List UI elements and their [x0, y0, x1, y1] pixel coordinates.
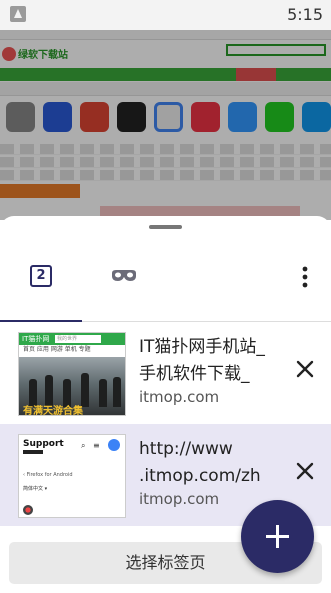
search-icon: ⌕: [81, 441, 86, 450]
more-options-button[interactable]: [292, 261, 318, 293]
menu-icon: ≡: [93, 441, 100, 450]
avatar: [108, 439, 120, 451]
tab-domain: itmop.com: [139, 490, 220, 508]
private-tabs-tab[interactable]: [104, 246, 144, 322]
normal-tabs-tab[interactable]: 2: [0, 246, 82, 323]
tab-thumbnail: IT猫扑网 我的世界 首页 应用 网游 单机 专题 有满天游合集: [18, 332, 126, 416]
tab-thumbnail: Support ⌕ ≡ ‹ Firefox for Android 简体中文 ▾: [18, 434, 126, 518]
more-vert-icon: [302, 266, 308, 288]
incognito-mask-icon: [112, 270, 136, 281]
close-tab-button[interactable]: [292, 458, 318, 484]
close-icon: [296, 462, 314, 480]
tab-count-icon: 2: [30, 265, 52, 287]
tab-title: IT猫扑网手机站_ 手机软件下载_: [139, 337, 265, 384]
scrim-overlay[interactable]: [0, 30, 331, 220]
status-bar: 5:15: [0, 0, 331, 30]
notification-icon: [10, 6, 26, 22]
new-tab-button[interactable]: [241, 500, 314, 573]
tab-title: http://www .itmop.com/zh: [139, 439, 261, 486]
tab-card[interactable]: IT猫扑网 我的世界 首页 应用 网游 单机 专题 有满天游合集 IT猫扑网手机…: [0, 322, 331, 424]
close-tab-button[interactable]: [292, 356, 318, 382]
tab-switcher-header: 2: [0, 246, 331, 323]
drag-handle[interactable]: [149, 225, 182, 229]
clock: 5:15: [287, 5, 323, 24]
tab-domain: itmop.com: [139, 388, 220, 406]
close-icon: [296, 360, 314, 378]
